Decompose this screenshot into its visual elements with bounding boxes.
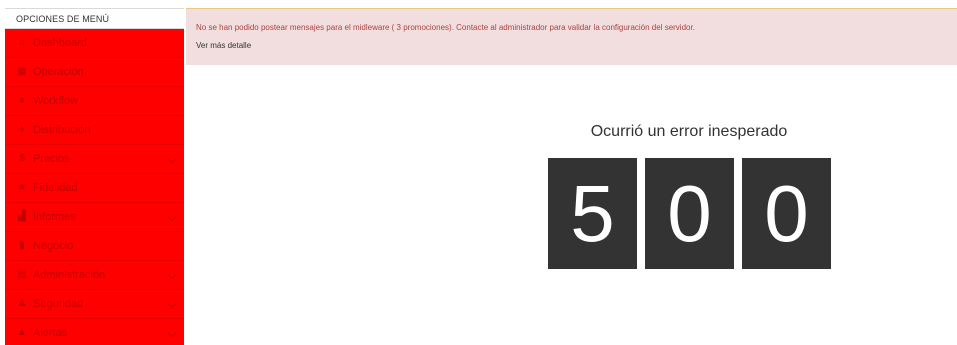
- sidebar-item-negocio[interactable]: ▮ Negocio: [5, 232, 184, 261]
- sidebar-item-operacion[interactable]: ▦ Operación: [5, 58, 184, 87]
- sidebar-item-label: Operación: [33, 66, 84, 78]
- sidebar-item-label: Distribución: [33, 124, 91, 136]
- sidebar-item-dashboard[interactable]: ⌂ Dashboard: [5, 29, 184, 58]
- sidebar-item-label: Seguridad: [33, 298, 84, 310]
- sidebar-header: OPCIONES DE MENÚ: [5, 8, 184, 29]
- chevron-down-icon: [167, 270, 177, 280]
- error-digit: 0: [645, 158, 734, 269]
- error-digit: 0: [742, 158, 831, 269]
- users-icon: ♟: [17, 298, 27, 309]
- star-icon: ★: [17, 182, 27, 193]
- sidebar-item-fidelidad[interactable]: ★ Fidelidad: [5, 174, 184, 203]
- calendar-icon: ▤: [17, 269, 27, 280]
- alert-banner: No se han podido postear mensajes para e…: [186, 9, 957, 65]
- grid-icon: ▦: [17, 66, 27, 77]
- dashboard-icon: ⌂: [18, 37, 26, 48]
- dollar-icon: $: [19, 153, 25, 164]
- sidebar-item-workflow[interactable]: ● Workflow: [5, 87, 184, 116]
- error-digit: 5: [548, 158, 637, 269]
- sidebar-item-label: Fidelidad: [33, 182, 78, 194]
- sidebar-item-label: Negocio: [33, 240, 74, 252]
- chevron-down-icon: [167, 154, 177, 164]
- sidebar-item-label: Workflow: [33, 95, 79, 107]
- chevron-down-icon: [167, 328, 177, 338]
- sidebar-item-label: Dashboard: [33, 37, 87, 49]
- bell-icon: ▲: [17, 327, 27, 338]
- sidebar-item-informes[interactable]: ▟ Informes: [5, 203, 184, 232]
- chevron-down-icon: [167, 299, 177, 309]
- chevron-down-icon: [167, 212, 177, 222]
- sidebar-item-seguridad[interactable]: ♟ Seguridad: [5, 290, 184, 319]
- sidebar-item-precios[interactable]: $ Precios: [5, 145, 184, 174]
- chart-icon: ▟: [18, 211, 26, 222]
- sidebar-item-label: Administración: [33, 269, 106, 281]
- sidebar-item-distribucion[interactable]: ♦ Distribución: [5, 116, 184, 145]
- error-title: Ocurrió un error inesperado: [590, 123, 788, 140]
- sidebar-item-administracion[interactable]: ▤ Administración: [5, 261, 184, 290]
- info-circle-icon: ●: [18, 95, 26, 106]
- sidebar-item-label: Alertas: [33, 327, 68, 339]
- map-marker-icon: ♦: [19, 124, 25, 135]
- sidebar-item-label: Precios: [33, 153, 70, 165]
- sidebar-item-label: Informes: [33, 211, 76, 223]
- alert-message: No se han podido postear mensajes para e…: [196, 23, 695, 32]
- book-icon: ▮: [19, 240, 25, 251]
- sidebar: OPCIONES DE MENÚ ⌂ Dashboard ▦ Operación…: [5, 8, 184, 345]
- error-code: 5 0 0: [548, 158, 831, 269]
- sidebar-item-alertas[interactable]: ▲ Alertas: [5, 319, 184, 345]
- see-details-link[interactable]: Ver más detalle: [196, 41, 251, 50]
